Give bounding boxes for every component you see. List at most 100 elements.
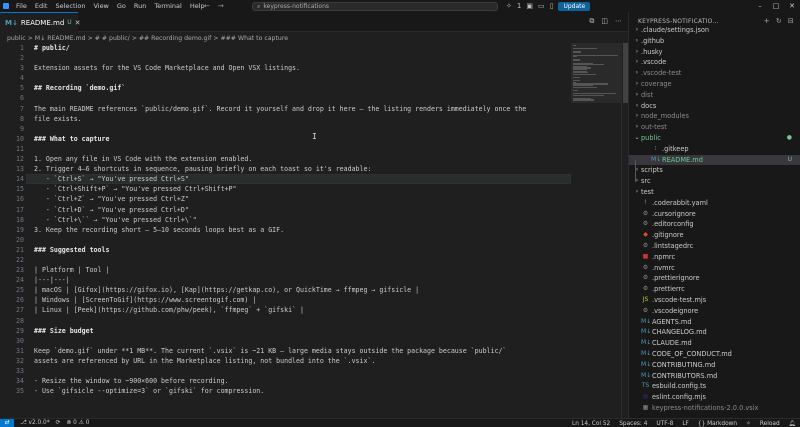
code-line[interactable]: - `Ctrl+Z` → "You've pressed Ctrl+Z" xyxy=(34,194,594,204)
code-lines[interactable]: # public/Extension assets for the VS Cod… xyxy=(34,43,594,396)
tree-item[interactable]: ⚙ .nvmrc xyxy=(629,263,800,274)
new-file-icon[interactable]: + xyxy=(764,17,770,25)
code-line[interactable] xyxy=(34,336,594,346)
menu-item-selection[interactable]: Selection xyxy=(51,0,89,12)
close-window-icon[interactable]: ✕ xyxy=(784,0,800,12)
code-line[interactable]: | Linux | [Peek](https://github.com/phw/… xyxy=(34,305,594,315)
tree-item[interactable]: M↓ CODE_OF_CONDUCT.md xyxy=(629,349,800,360)
code-line[interactable] xyxy=(34,255,594,265)
sidebar-icon[interactable]: ▯ xyxy=(550,2,554,10)
tree-item[interactable]: ■ .npmrc xyxy=(629,252,800,263)
remote-icon[interactable]: ⇄ xyxy=(0,418,14,427)
code-line[interactable]: # public/ xyxy=(34,43,594,53)
back-arrow-icon[interactable]: ← xyxy=(204,2,210,10)
tree-item[interactable]: ⁝ .gitkeep xyxy=(629,144,800,155)
more-actions-icon[interactable]: ⋯ xyxy=(615,17,622,26)
language-mode[interactable]: {} Markdown xyxy=(698,421,737,427)
minimize-icon[interactable]: – xyxy=(752,0,768,12)
code-line[interactable] xyxy=(34,316,594,326)
tree-item[interactable]: M↓ AGENTS.md xyxy=(629,317,800,328)
tree-item[interactable]: JS .vscode-test.mjs xyxy=(629,295,800,306)
tree-item[interactable]: M↓ README.md U xyxy=(629,154,800,166)
code-line[interactable] xyxy=(34,93,594,103)
menu-item-run[interactable]: Run xyxy=(130,0,150,12)
menu-item-go[interactable]: Go xyxy=(113,0,130,12)
tree-item[interactable]: ⚙ .editorconfig xyxy=(629,219,800,230)
code-line[interactable]: | Windows | [ScreenToGif](https://www.sc… xyxy=(34,295,594,305)
tree-item[interactable]: ⌄ public ● xyxy=(629,133,800,144)
code-line[interactable]: - `Ctrl+S` → "You've pressed Ctrl+S" xyxy=(34,174,594,184)
branch-indicator[interactable]: ⎇ v2.0.0* xyxy=(20,420,50,426)
tree-item[interactable]: ◎ eslint.config.mjs xyxy=(629,392,800,403)
command-center-search[interactable]: ⌕ keypress-notifications xyxy=(252,2,498,11)
layout-icon[interactable]: ▣ xyxy=(526,2,533,10)
code-line[interactable]: 3. Keep the recording short — 5–10 secon… xyxy=(34,225,594,235)
code-line[interactable]: ### Suggested tools xyxy=(34,245,594,255)
copilot-icon[interactable]: ✧ xyxy=(506,2,512,10)
tree-item[interactable]: ◆ .gitignore xyxy=(629,230,800,241)
tree-item[interactable]: › .github xyxy=(629,36,800,47)
maximize-icon[interactable]: □ xyxy=(768,0,784,12)
code-line[interactable]: 1. Open any file in VS Code with the ext… xyxy=(34,154,594,164)
close-tab-icon[interactable]: ✕ xyxy=(75,19,81,27)
menu-item-view[interactable]: View xyxy=(89,0,112,12)
indentation[interactable]: Spaces: 4 xyxy=(619,421,647,427)
code-line[interactable]: Keep `demo.gif` under **1 MB**. The curr… xyxy=(34,346,594,356)
tree-item[interactable]: ⚙ .cursorignore xyxy=(629,209,800,220)
tree-item[interactable]: › .claude/settings.json xyxy=(629,25,800,36)
code-line[interactable] xyxy=(34,366,594,376)
code-line[interactable]: assets are referenced by URL in the Mark… xyxy=(34,356,594,366)
open-preview-icon[interactable]: ⧉ xyxy=(589,17,594,26)
menu-item-edit[interactable]: Edit xyxy=(31,0,52,12)
code-line[interactable]: Extension assets for the VS Code Marketp… xyxy=(34,63,594,73)
update-button[interactable]: Update xyxy=(558,1,591,11)
menu-item-terminal[interactable]: Terminal xyxy=(150,0,185,12)
code-line[interactable]: file exists. xyxy=(34,114,594,124)
code-line[interactable] xyxy=(34,53,594,63)
tree-item[interactable]: ! .coderabbit.yaml xyxy=(629,198,800,209)
code-line[interactable]: |---|---| xyxy=(34,275,594,285)
tree-item[interactable]: › out-test xyxy=(629,122,800,133)
tree-item[interactable]: › dist xyxy=(629,90,800,101)
code-line[interactable]: - Use `gifsicle --optimize=3` or `gifski… xyxy=(34,386,594,396)
collapse-icon[interactable]: ⊟ xyxy=(788,17,794,25)
tree-item[interactable]: ⚙ .prettierrc xyxy=(629,284,800,295)
tree-item[interactable]: ⚙ .vscodeignore xyxy=(629,306,800,317)
code-line[interactable]: - `Ctrl+Shift+P` → "You've pressed Ctrl+… xyxy=(34,184,594,194)
tree-item[interactable]: › docs xyxy=(629,101,800,112)
tree-item[interactable]: › node_modules xyxy=(629,111,800,122)
tree-item[interactable]: M↓ CONTRIBUTORS.md xyxy=(629,371,800,382)
bell-icon[interactable]: 🔔︎ xyxy=(789,421,796,427)
code-line[interactable]: - Resize the window to ~900×600 before r… xyxy=(34,376,594,386)
menu-item-file[interactable]: File xyxy=(12,0,31,12)
problems-indicator[interactable]: ⊗ 0 ⚠ 0 xyxy=(66,420,89,426)
code-line[interactable]: | macOS | [Gifox](https://gifox.io), [Ka… xyxy=(34,285,594,295)
panel-icon[interactable]: ▭ xyxy=(538,2,545,10)
tab-readme[interactable]: M↓ README.md U ✕ xyxy=(0,12,81,32)
code-line[interactable] xyxy=(34,73,594,83)
sync-icon[interactable]: ⟳ xyxy=(56,420,61,426)
tree-item[interactable]: › test xyxy=(629,187,800,198)
tree-item[interactable]: › coverage xyxy=(629,79,800,90)
cursor-position[interactable]: Ln 14, Col 52 xyxy=(572,421,610,427)
code-line[interactable]: - `Ctrl+D` → "You've pressed Ctrl+D" xyxy=(34,205,594,215)
code-line[interactable]: 2. Trigger 4–6 shortcuts in sequence, pa… xyxy=(34,164,594,174)
reload-button[interactable]: Reload xyxy=(760,421,780,427)
minimap[interactable] xyxy=(571,43,621,103)
tree-item[interactable]: › .vscode-test xyxy=(629,68,800,79)
end-of-line[interactable]: LF xyxy=(682,421,689,427)
tree-item[interactable]: › .vscode xyxy=(629,57,800,68)
tree-item[interactable]: ▦ keypress-notifications-2.0.0.vsix xyxy=(629,403,800,414)
tree-item[interactable]: ⚙ .lintstagedrc xyxy=(629,241,800,252)
editor-scrollbar[interactable] xyxy=(621,43,628,418)
code-editor[interactable]: 1 2 3 4 5 6 7 8 9 10 11 12 13 14 15 16 17 18 19 20 21 22 23 24 2… xyxy=(0,43,628,418)
tree-item[interactable]: › src xyxy=(629,176,800,187)
code-line[interactable]: ### Size budget xyxy=(34,326,594,336)
refresh-icon[interactable]: ↻ xyxy=(776,17,782,25)
tree-item[interactable]: › .husky xyxy=(629,47,800,58)
tree-item[interactable]: M↓ CLAUDE.md xyxy=(629,338,800,349)
forward-arrow-icon[interactable]: → xyxy=(218,2,224,10)
tree-item[interactable]: ⚙ .prettierignore xyxy=(629,273,800,284)
split-editor-icon[interactable]: ◫ xyxy=(601,17,608,26)
breadcrumb[interactable]: public > M↓ README.md > # # public/ > ##… xyxy=(0,33,628,43)
